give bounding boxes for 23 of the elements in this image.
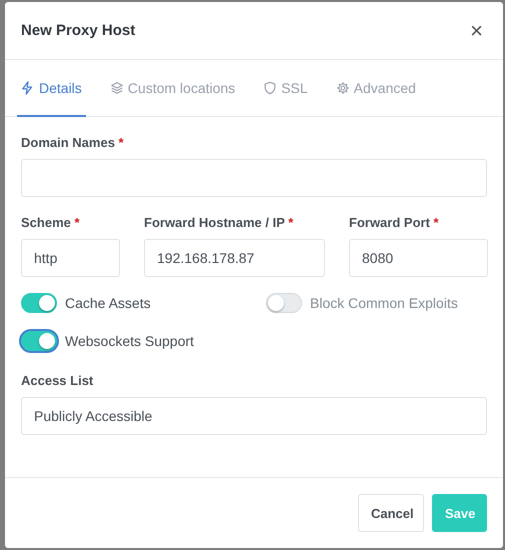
- field-label: Forward Port *: [349, 215, 440, 230]
- field-label: Access List: [21, 373, 94, 388]
- cancel-button[interactable]: Cancel: [358, 494, 424, 532]
- field-label: Scheme *: [21, 215, 81, 230]
- field-label: Forward Hostname / IP *: [144, 215, 294, 230]
- toggle-switch[interactable]: [266, 293, 302, 313]
- close-button[interactable]: ×: [466, 18, 487, 44]
- layers-icon: [110, 80, 124, 94]
- toggle-label: Block Common Exploits: [310, 295, 458, 311]
- toggle-label: Websockets Support: [65, 333, 194, 349]
- input-field[interactable]: 8080: [349, 239, 488, 277]
- input-field[interactable]: http: [21, 239, 120, 277]
- tab[interactable]: Details: [17, 60, 86, 117]
- dialog-title: New Proxy Host: [21, 22, 136, 39]
- input-field[interactable]: [21, 159, 487, 197]
- toggle-switch[interactable]: [21, 293, 57, 313]
- bolt-icon: [21, 80, 35, 94]
- shield-icon: [263, 80, 278, 94]
- input-field[interactable]: Publicly Accessible: [21, 397, 487, 435]
- field-label: Domain Names *: [21, 135, 125, 150]
- toggle-label: Cache Assets: [65, 295, 151, 311]
- settings-icon: [336, 80, 350, 94]
- input-field[interactable]: 192.168.178.87: [144, 239, 325, 277]
